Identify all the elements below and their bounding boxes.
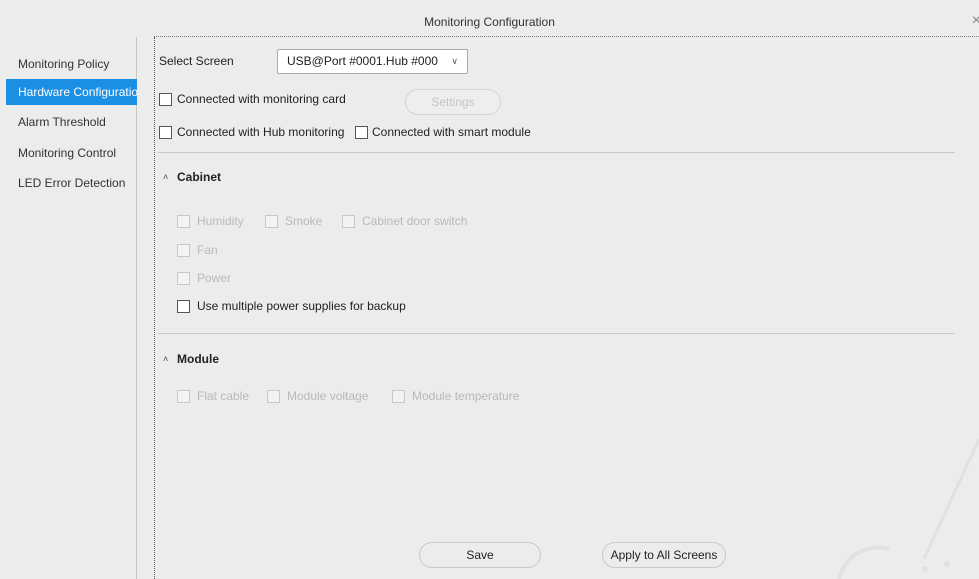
hub-monitoring-label: Connected with Hub monitoring	[177, 125, 345, 139]
apply-to-all-screens-button[interactable]: Apply to All Screens	[602, 542, 726, 568]
monitoring-card-label: Connected with monitoring card	[177, 92, 346, 106]
power-label: Power	[197, 271, 232, 285]
monitoring-card-checkbox[interactable]	[159, 93, 172, 106]
cabinet-door-switch-label: Cabinet door switch	[362, 214, 468, 228]
smart-module-label: Connected with smart module	[372, 125, 531, 139]
collapse-caret-icon[interactable]: ˄	[163, 354, 168, 364]
sidebar-item-hardware-configuration[interactable]: Hardware Configuration	[6, 79, 137, 105]
title-bar: Monitoring Configuration ×	[0, 8, 979, 36]
humidity-label: Humidity	[197, 214, 244, 228]
cabinet-door-switch-checkbox[interactable]	[342, 215, 355, 228]
power-checkbox[interactable]	[177, 272, 190, 285]
sidebar-item-led-error-detection[interactable]: LED Error Detection	[6, 170, 137, 196]
select-screen-label: Select Screen	[159, 54, 234, 68]
sidebar-item-alarm-threshold[interactable]: Alarm Threshold	[6, 109, 137, 135]
divider	[158, 152, 955, 153]
monitoring-configuration-window: Monitoring Configuration × Monitoring Po…	[0, 0, 979, 579]
screen-select[interactable]: USB@Port #0001.Hub #000 ∨	[277, 49, 468, 74]
sidebar: Monitoring Policy Hardware Configuration…	[0, 37, 137, 579]
cabinet-section-title: Cabinet	[177, 170, 222, 184]
module-temperature-checkbox[interactable]	[392, 390, 405, 403]
collapse-caret-icon[interactable]: ˄	[163, 172, 168, 182]
backup-power-checkbox[interactable]	[177, 300, 190, 313]
backup-power-label: Use multiple power supplies for backup	[197, 299, 406, 313]
chevron-down-icon: ∨	[451, 56, 458, 66]
close-icon[interactable]: ×	[972, 13, 979, 29]
hub-monitoring-checkbox[interactable]	[159, 126, 172, 139]
divider	[158, 333, 955, 334]
smoke-label: Smoke	[285, 214, 323, 228]
module-voltage-label: Module voltage	[287, 389, 369, 403]
sidebar-item-monitoring-policy[interactable]: Monitoring Policy	[6, 51, 137, 77]
screen-select-value: USB@Port #0001.Hub #000	[287, 54, 438, 68]
smoke-checkbox[interactable]	[265, 215, 278, 228]
module-voltage-checkbox[interactable]	[267, 390, 280, 403]
settings-button[interactable]: Settings	[405, 89, 501, 115]
humidity-checkbox[interactable]	[177, 215, 190, 228]
window-title: Monitoring Configuration	[424, 15, 555, 29]
module-temperature-label: Module temperature	[412, 389, 520, 403]
flat-cable-checkbox[interactable]	[177, 390, 190, 403]
fan-label: Fan	[197, 243, 218, 257]
smart-module-checkbox[interactable]	[355, 126, 368, 139]
flat-cable-label: Flat cable	[197, 389, 250, 403]
sidebar-item-monitoring-control[interactable]: Monitoring Control	[6, 140, 137, 166]
module-section-title: Module	[177, 352, 219, 366]
fan-checkbox[interactable]	[177, 244, 190, 257]
save-button[interactable]: Save	[419, 542, 541, 568]
